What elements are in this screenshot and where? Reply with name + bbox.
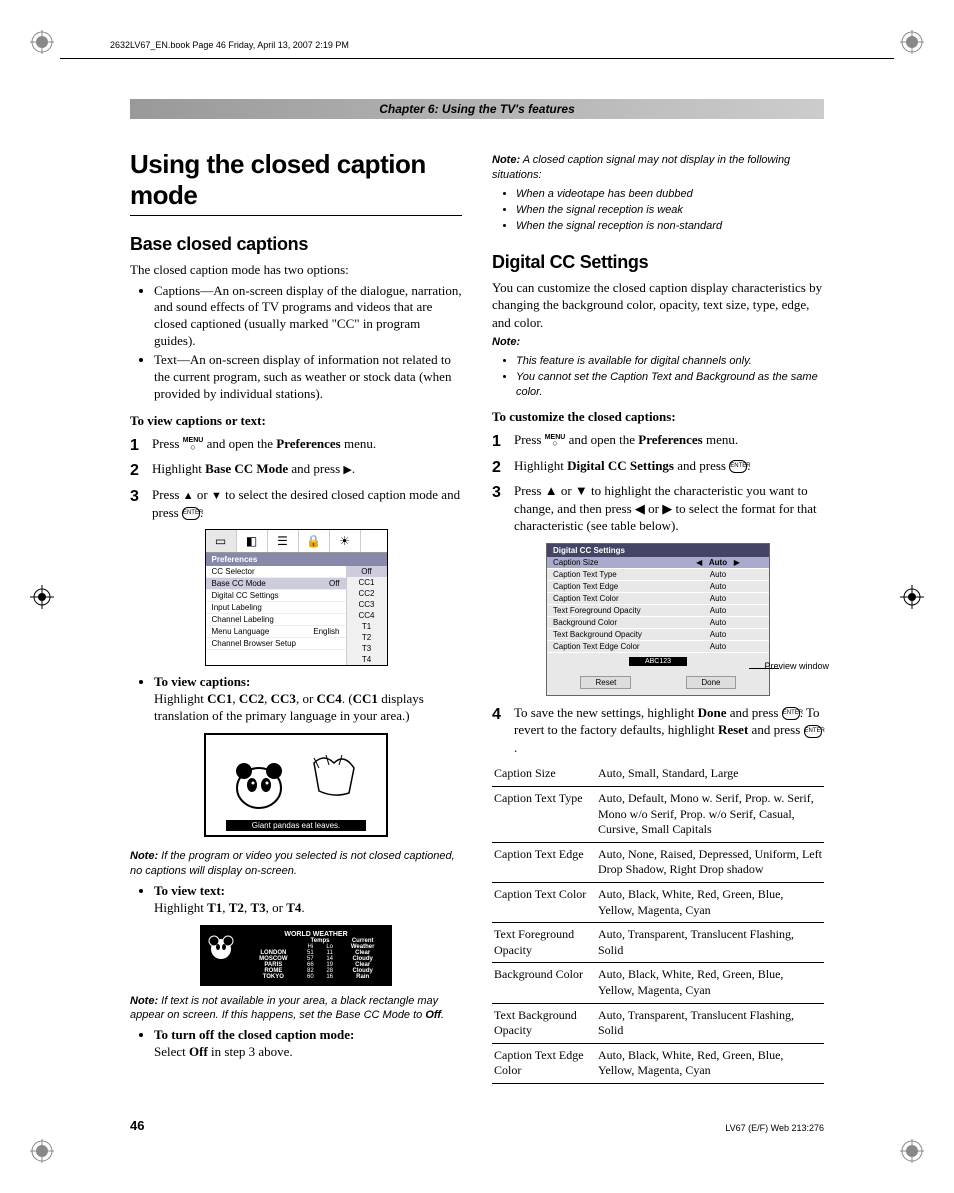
tab-icon: ◧	[237, 530, 268, 552]
section-heading: Using the closed caption mode	[130, 149, 462, 216]
callout-label: Preview window	[764, 662, 829, 672]
tab-icon: ☰	[268, 530, 299, 552]
body-text: The closed caption mode has two options:	[130, 261, 462, 279]
registration-mark-icon	[30, 585, 54, 609]
digital-cc-figure: Digital CC Settings Caption Size◀ Auto ▶…	[546, 543, 770, 696]
enter-button-icon: ENTER	[804, 725, 822, 738]
registration-mark-icon	[30, 1139, 54, 1163]
step-text: Press ▲ or ▼ to highlight the characteri…	[514, 482, 824, 535]
list-item: Captions—An on-screen display of the dia…	[154, 283, 462, 351]
menu-button-icon: MENU	[545, 435, 566, 448]
enter-button-icon: ENTER	[782, 707, 800, 720]
list-item: To turn off the closed caption mode:Sele…	[154, 1027, 462, 1061]
chapter-title: Chapter 6: Using the TV's features	[130, 99, 824, 119]
list-item: When the signal reception is weak	[516, 203, 824, 217]
step-text: Press MENU and open the Preferences menu…	[152, 435, 462, 457]
body-text: You can customize the closed caption dis…	[492, 279, 824, 332]
menu-title: Preferences	[206, 553, 387, 566]
options-table: Caption SizeAuto, Small, Standard, Large…	[492, 762, 824, 1084]
list-item: Text—An on-screen display of information…	[154, 352, 462, 403]
step-number: 2	[130, 460, 152, 482]
step-number: 1	[130, 435, 152, 457]
reset-button: Reset	[580, 676, 631, 689]
step-number: 3	[130, 486, 152, 521]
note-text: Note: If text is not available in your a…	[130, 994, 462, 1024]
page-number: 46	[130, 1118, 144, 1133]
tab-icon: ▭	[206, 530, 237, 552]
menu-button-icon: MENU	[183, 438, 204, 451]
header-rule	[60, 58, 894, 59]
footer-code: LV67 (E/F) Web 213:276	[725, 1123, 824, 1133]
text-example-figure: WORLD WEATHER TempsCurrent HiLoWeather L…	[200, 925, 392, 986]
enter-button-icon: ENTER	[182, 507, 200, 520]
preferences-menu-figure: ▭ ◧ ☰ 🔒 ☀ Preferences CC Selector Base C…	[205, 529, 388, 666]
subsection-heading: Base closed captions	[130, 234, 462, 255]
done-button: Done	[686, 676, 735, 689]
note-heading: Note:	[492, 335, 824, 350]
tab-icon: ☀	[330, 530, 361, 552]
procedure-heading: To customize the closed captions:	[492, 409, 824, 425]
registration-mark-icon	[900, 585, 924, 609]
caption-example-figure: Giant pandas eat leaves.	[204, 733, 388, 837]
note-text: Note: If the program or video you select…	[130, 849, 462, 879]
registration-mark-icon	[900, 30, 924, 54]
step-text: Press ▲ or ▼ to select the desired close…	[152, 486, 462, 521]
list-item: When a videotape has been dubbed	[516, 187, 824, 201]
print-header: 2632LV67_EN.book Page 46 Friday, April 1…	[60, 40, 894, 50]
registration-mark-icon	[30, 30, 54, 54]
enter-button-icon: ENTER	[729, 460, 747, 473]
subsection-heading: Digital CC Settings	[492, 252, 824, 273]
list-item: This feature is available for digital ch…	[516, 354, 824, 368]
registration-mark-icon	[900, 1139, 924, 1163]
step-text: Highlight Base CC Mode and press ▶.	[152, 460, 462, 482]
step-text: Highlight Digital CC Settings and press …	[514, 457, 824, 479]
list-item: You cannot set the Caption Text and Back…	[516, 370, 824, 399]
note-text: Note: A closed caption signal may not di…	[492, 153, 824, 183]
step-text: Press MENU and open the Preferences menu…	[514, 431, 824, 453]
procedure-heading: To view captions or text:	[130, 413, 462, 429]
tab-icon: 🔒	[299, 530, 330, 552]
step-text: To save the new settings, highlight Done…	[514, 704, 824, 757]
list-item: To view captions:Highlight CC1, CC2, CC3…	[154, 674, 462, 725]
list-item: To view text:Highlight T1, T2, T3, or T4…	[154, 883, 462, 917]
list-item: When the signal reception is non-standar…	[516, 219, 824, 233]
